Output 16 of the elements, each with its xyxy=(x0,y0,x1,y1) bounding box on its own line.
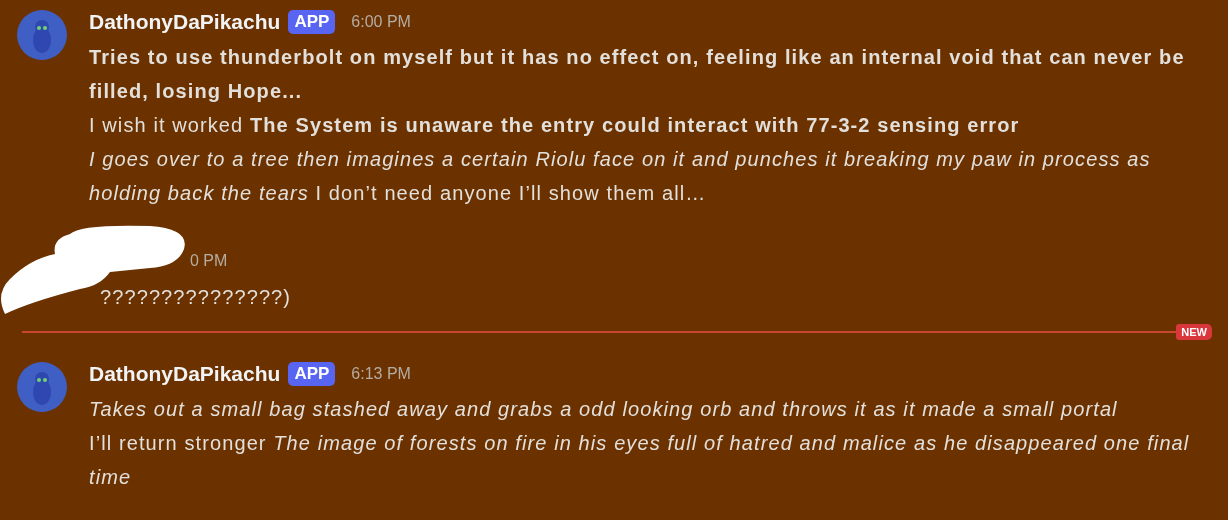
avatar[interactable] xyxy=(17,10,67,60)
username[interactable]: DathonyDaPikachu xyxy=(89,358,281,390)
new-tag: NEW xyxy=(1176,324,1212,340)
message-text: I wish it worked The System is unaware the entry could interact with 77-3-2 sensing error xyxy=(89,113,1021,138)
app-tag: APP xyxy=(288,10,336,34)
timestamp: 6:00 PM xyxy=(351,12,411,32)
app-tag: APP xyxy=(288,362,336,386)
message-text: ???????????????) xyxy=(100,285,293,310)
avatar[interactable] xyxy=(17,362,67,412)
timestamp: 0 PM xyxy=(189,251,229,271)
timestamp: 6:13 PM xyxy=(351,364,411,384)
username[interactable]: DathonyDaPikachu xyxy=(89,6,281,38)
message-text: I’ll return stronger The image of forests on fire in his eyes full of hatred and malice as he disappeared one final time xyxy=(89,431,1191,490)
message-text: Takes out a small bag stashed away and grabs a odd looking orb and throws it as it made a small portal xyxy=(89,397,1119,422)
message-text: I goes over to a tree then imagines a certain Riolu face on it and punches it breaking my paw in process as holding back the tears I don’t need anyone I’ll show them all… xyxy=(89,147,1152,206)
message-text: Tries to use thunderbolt on myself but it has no effect on, feeling like an internal void that can never be filled, losing Hope... xyxy=(89,45,1186,104)
